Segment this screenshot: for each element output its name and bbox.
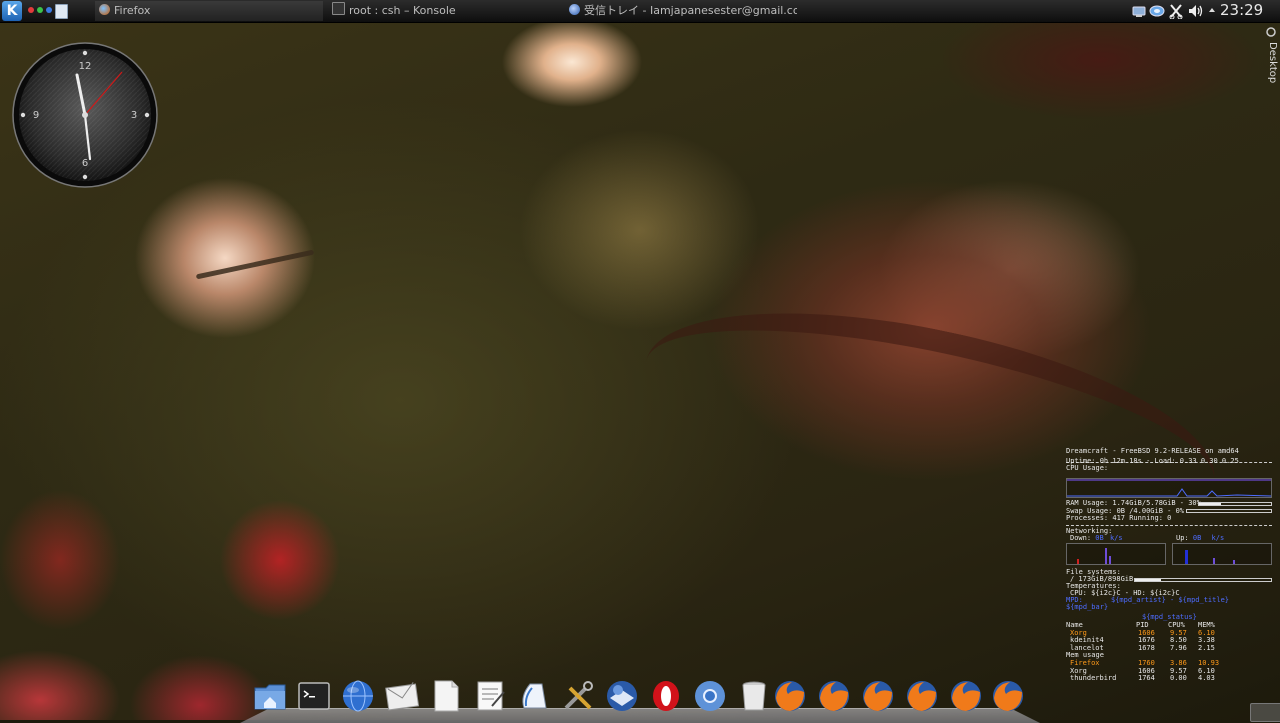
net-down-label: Down: xyxy=(1070,534,1092,542)
cell: 4.03 xyxy=(1198,674,1215,683)
net-up-unit: k/s xyxy=(1211,534,1225,542)
conky-monitor: Dreamcraft - FreeBSD 9.2-RELEASE on amd6… xyxy=(1066,447,1272,682)
thunderbird-icon xyxy=(569,4,580,15)
document-icon[interactable] xyxy=(428,678,464,714)
panel-corner-button[interactable] xyxy=(1250,703,1280,722)
table-header: Name PID CPU% MEM% xyxy=(1066,621,1272,630)
cpu-process-table: Name PID CPU% MEM% Xorg 1606 9.57 6.10 k… xyxy=(1066,621,1272,683)
ram-bar xyxy=(1198,502,1272,506)
desktop-wallpaper xyxy=(0,0,1280,720)
green-dot-icon xyxy=(37,7,43,13)
task-label: root : csh – Konsole xyxy=(349,4,456,17)
task-thunderbird[interactable]: 受信トレイ - Iamjapanesester@gmail.com - Moz xyxy=(565,1,797,21)
show-desktop-icon[interactable] xyxy=(55,4,68,19)
firefox-icon[interactable] xyxy=(990,678,1026,714)
text-editor-icon[interactable] xyxy=(472,678,508,714)
firefox-icon xyxy=(99,4,110,15)
cell: 1764 xyxy=(1138,674,1155,683)
table-row: Firefox 1760 3.86 10.93 xyxy=(1066,659,1272,668)
opera-icon[interactable] xyxy=(648,678,684,714)
firefox-icon[interactable] xyxy=(816,678,852,714)
fs-bar xyxy=(1134,577,1272,582)
swap-bar xyxy=(1186,509,1272,513)
trash-icon[interactable] xyxy=(736,678,772,714)
mail-icon[interactable] xyxy=(384,678,420,714)
firefox-icon[interactable] xyxy=(948,678,984,714)
desktop-toolbox-label: Desktop xyxy=(1267,42,1278,84)
conky-processes: Processes: 417 Running: 0 xyxy=(1066,514,1172,522)
network-icon[interactable] xyxy=(1131,3,1147,19)
cashew-icon xyxy=(1266,27,1276,37)
desktop-toolbox[interactable]: Desktop xyxy=(1262,24,1280,84)
conky-mpd-line: ${mpd_artist} - ${mpd_title} xyxy=(1111,596,1230,604)
net-down-value: 0B xyxy=(1095,534,1104,542)
terminal-icon[interactable] xyxy=(296,678,332,714)
globe-icon[interactable] xyxy=(340,678,376,714)
net-up-row: Up: 0B k/s xyxy=(1176,534,1225,543)
task-konsole[interactable]: root : csh – Konsole xyxy=(328,1,560,21)
task-label: 受信トレイ - Iamjapanesester@gmail.com - Moz xyxy=(584,4,797,17)
net-down-row: Down: 0B k/s xyxy=(1070,534,1123,543)
net-up-graph xyxy=(1172,543,1272,565)
net-up-value: 0B xyxy=(1192,534,1202,542)
wifi-icon[interactable] xyxy=(1149,3,1165,19)
tools-icon[interactable] xyxy=(560,678,596,714)
terminal-icon xyxy=(332,2,345,15)
conky-divider xyxy=(1066,525,1272,526)
net-down-plot xyxy=(1077,548,1111,564)
net-up-plot xyxy=(1185,550,1235,564)
clock-mark-3: 3 xyxy=(131,110,137,121)
top-panel: K Firefox root : csh – Konsole 受信トレイ - I… xyxy=(0,0,1280,23)
chromium-icon[interactable] xyxy=(692,678,728,714)
cell: thunderbird xyxy=(1070,674,1117,683)
task-firefox[interactable]: Firefox xyxy=(95,1,323,21)
cpu-graph-plot xyxy=(1067,479,1272,497)
conky-cpu-label: CPU Usage: xyxy=(1066,464,1109,473)
firefox-icon[interactable] xyxy=(772,678,808,714)
ram-bar-fill xyxy=(1199,503,1221,505)
cell: 1678 xyxy=(1138,643,1155,652)
task-label: Firefox xyxy=(114,4,151,17)
klipper-icon[interactable] xyxy=(1169,3,1183,19)
thunderbird-icon[interactable] xyxy=(604,678,640,714)
cell: 0.00 xyxy=(1170,674,1187,683)
net-down-graph xyxy=(1066,543,1166,565)
cell: 7.96 xyxy=(1170,643,1187,652)
firefox-icon[interactable] xyxy=(904,678,940,714)
clock-mark-12: 12 xyxy=(79,61,92,72)
net-down-unit: k/s xyxy=(1109,534,1123,542)
fs-bar-fill xyxy=(1135,578,1161,581)
cell: 2.15 xyxy=(1198,643,1215,652)
blue-dot-icon xyxy=(46,7,52,13)
clock-mark-6: 6 xyxy=(82,158,88,169)
conky-mpd-bar: ${mpd_bar} xyxy=(1066,603,1109,611)
panel-menu-arrow-icon[interactable] xyxy=(1208,3,1216,19)
conky-header: Dreamcraft - FreeBSD 9.2-RELEASE on amd6… xyxy=(1066,447,1239,455)
cpu-graph xyxy=(1066,478,1272,498)
activity-switcher[interactable] xyxy=(28,7,52,13)
table-row: thunderbird 1764 0.00 4.03 xyxy=(1066,675,1272,683)
file-manager-icon[interactable] xyxy=(516,678,552,714)
net-up-label: Up: xyxy=(1176,534,1189,542)
red-dot-icon xyxy=(28,7,34,13)
volume-icon[interactable] xyxy=(1187,3,1205,19)
firefox-icon[interactable] xyxy=(860,678,896,714)
panel-clock[interactable]: 23:29 xyxy=(1220,0,1263,22)
analog-clock-widget[interactable]: 12 3 6 9 xyxy=(12,42,158,188)
clock-mark-9: 9 xyxy=(33,110,39,121)
kde-menu-icon[interactable]: K xyxy=(2,1,22,21)
home-folder-icon[interactable] xyxy=(252,678,288,714)
